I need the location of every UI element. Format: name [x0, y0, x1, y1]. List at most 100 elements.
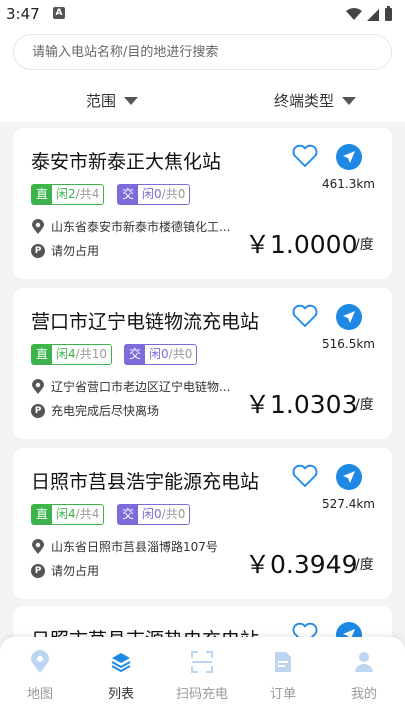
ac-free: 闲0 [149, 347, 169, 361]
location-pin-icon [32, 218, 44, 234]
ac-count: 闲0/共0 [145, 345, 196, 364]
terminal-type-filter-label: 终端类型 [274, 92, 335, 110]
dc-count: 闲4/共10 [52, 345, 111, 364]
dc-free: 闲4 [56, 347, 76, 361]
station-address: 山东省日照市莒县淄博路107号 [51, 540, 218, 554]
station-card[interactable]: 泰安市新泰正大焦化站 461.3km 直 闲2/共4 交 闲0/共0 山东省泰安… [13, 128, 392, 279]
order-doc-icon [275, 652, 291, 672]
ac-charger-tag: 交 闲0/共0 [117, 504, 191, 525]
notification-a-icon: A [53, 7, 65, 19]
parking-row: P 请勿占用 [31, 562, 99, 579]
station-address: 山东省泰安市新泰市楼德镇化工... [51, 220, 231, 234]
price-unit: /度 [355, 397, 374, 413]
terminal-type-filter-dropdown[interactable]: 终端类型 [274, 90, 357, 111]
station-name: 泰安市新泰正大焦化站 [31, 151, 222, 173]
caret-down-icon [124, 96, 139, 105]
parking-note: 充电完成后尽快离场 [51, 404, 160, 418]
map-pin-icon [31, 650, 49, 673]
location-pin-icon [32, 378, 44, 394]
bottom-tab-bar: 地图 列表 扫码充电 订单 我的 [0, 637, 405, 720]
status-time: 3:47 [6, 5, 40, 23]
location-pin-icon [32, 538, 44, 554]
layers-icon [111, 653, 131, 673]
battery-icon [385, 8, 392, 21]
dc-label: 直 [32, 505, 53, 524]
status-bar: 3:47 A [0, 0, 405, 28]
dc-charger-tag: 直 闲4/共10 [31, 344, 112, 365]
station-card[interactable]: 营口市辽宁电链物流充电站 516.5km 直 闲4/共10 交 闲0/共0 辽宁… [13, 288, 392, 439]
favorite-heart-icon[interactable] [291, 464, 319, 488]
navigate-button[interactable] [336, 304, 362, 330]
parking-row: P 请勿占用 [31, 242, 99, 259]
tab-list[interactable]: 列表 [89, 649, 153, 702]
dc-total: 共4 [79, 507, 100, 521]
dc-charger-tag: 直 闲2/共4 [31, 184, 105, 205]
parking-note: 请勿占用 [51, 244, 100, 258]
ac-label: 交 [118, 185, 139, 204]
parking-icon: P [31, 243, 45, 258]
ac-label: 交 [125, 345, 146, 364]
ac-count: 闲0/共0 [138, 185, 189, 204]
dc-count: 闲4/共4 [52, 505, 103, 524]
dc-label: 直 [32, 185, 53, 204]
parking-row: P 充电完成后尽快离场 [31, 402, 159, 419]
price-unit: /度 [355, 557, 374, 573]
tab-label: 地图 [26, 687, 53, 702]
wifi-icon [346, 8, 362, 20]
favorite-heart-icon[interactable] [291, 304, 319, 328]
address-row: 辽宁省营口市老边区辽宁电链物... [31, 378, 245, 395]
station-distance: 461.3km [322, 177, 375, 191]
profile-icon [355, 652, 373, 672]
station-name: 营口市辽宁电链物流充电站 [31, 311, 260, 333]
range-filter-dropdown[interactable]: 范围 [86, 90, 139, 111]
station-name: 日照市莒县浩宇能源充电站 [31, 471, 260, 493]
dc-total: 共4 [79, 187, 100, 201]
scan-icon [191, 651, 213, 673]
parking-icon: P [31, 403, 45, 418]
favorite-heart-icon[interactable] [291, 144, 319, 168]
station-card[interactable]: 日照市莒县浩宇能源充电站 527.4km 直 闲4/共4 交 闲0/共0 山东省… [13, 448, 392, 599]
dc-free: 闲2 [56, 187, 76, 201]
tab-label: 扫码充电 [175, 687, 228, 702]
station-address: 辽宁省营口市老边区辽宁电链物... [51, 380, 231, 394]
ac-free: 闲0 [142, 507, 162, 521]
ac-total: 共0 [165, 187, 186, 201]
tab-label: 列表 [107, 687, 134, 702]
navigate-button[interactable] [336, 144, 362, 170]
tab-orders[interactable]: 订单 [251, 649, 315, 702]
signal-icon [367, 9, 379, 21]
address-row: 山东省日照市莒县淄博路107号 [31, 538, 245, 555]
search-box[interactable] [13, 34, 392, 70]
ac-charger-tag: 交 闲0/共0 [117, 184, 191, 205]
dc-free: 闲4 [56, 507, 76, 521]
dc-label: 直 [32, 345, 53, 364]
caret-down-icon [342, 96, 357, 105]
range-filter-label: 范围 [86, 92, 117, 110]
search-input[interactable] [14, 35, 391, 69]
ac-total: 共0 [165, 507, 186, 521]
tab-scan[interactable]: 扫码充电 [170, 649, 234, 702]
parking-note: 请勿占用 [51, 564, 100, 578]
tab-profile[interactable]: 我的 [332, 649, 396, 702]
dc-charger-tag: 直 闲4/共4 [31, 504, 105, 525]
search-bar [0, 28, 405, 78]
ac-charger-tag: 交 闲0/共0 [124, 344, 198, 365]
station-price: ￥0.3949 [245, 550, 358, 579]
ac-total: 共0 [172, 347, 193, 361]
navigate-arrow-icon [343, 471, 355, 483]
tab-map[interactable]: 地图 [8, 649, 72, 702]
navigate-arrow-icon [343, 311, 355, 323]
status-icons [346, 6, 392, 21]
dc-count: 闲2/共4 [52, 185, 103, 204]
station-price: ￥1.0303 [245, 390, 358, 419]
navigate-arrow-icon [343, 151, 355, 163]
ac-label: 交 [118, 505, 139, 524]
parking-icon: P [31, 563, 45, 578]
station-distance: 527.4km [322, 497, 375, 511]
tab-label: 订单 [269, 687, 296, 702]
price-unit: /度 [355, 237, 374, 253]
station-distance: 516.5km [322, 337, 375, 351]
filter-bar: 范围 终端类型 [0, 78, 405, 122]
tab-label: 我的 [350, 687, 377, 702]
navigate-button[interactable] [336, 464, 362, 490]
